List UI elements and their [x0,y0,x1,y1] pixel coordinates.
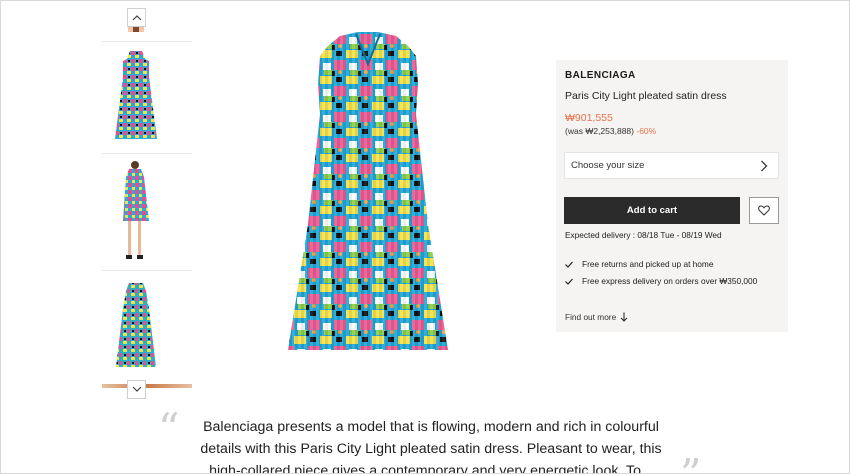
was-suffix: ) [631,126,634,136]
thumbnail-divider [102,153,192,154]
brand-name[interactable]: BALENCIAGA [565,70,636,81]
chevron-down-icon [132,386,141,392]
thumbnail-image[interactable] [100,158,172,266]
thumbnail-image[interactable] [102,384,192,388]
thumbnail-scroll-up-button[interactable] [127,8,146,27]
feature-item: Free returns and picked up at home [565,259,713,269]
current-price: ₩901,555 [565,112,613,124]
was-prefix: (was [565,126,586,136]
feature-label: Free returns and picked up at home [582,259,714,269]
thumbnail-divider [102,270,192,271]
quote-close-icon: ” [680,454,701,474]
original-price: ₩2,253,888 [585,126,632,136]
add-to-cart-button[interactable]: Add to cart [564,197,740,224]
feature-item: Free express delivery on orders over ₩35… [565,276,757,286]
thumbnail-scroll-down-button[interactable] [127,380,146,399]
thumbnail-image[interactable] [100,276,172,376]
expected-delivery: Expected delivery : 08/18 Tue - 08/19 We… [565,230,722,240]
product-name: Paris City Light pleated satin dress [565,90,727,102]
thumbnail-rail [72,0,200,399]
find-out-more-link[interactable]: Find out more [565,312,628,322]
chevron-up-icon [132,15,141,21]
thumbnail-divider [102,41,192,42]
wishlist-button[interactable] [749,197,779,224]
main-product-image[interactable] [268,24,468,364]
check-icon [565,278,573,285]
check-icon [565,261,573,268]
size-select[interactable]: Choose your size [564,152,779,179]
find-out-more-label: Find out more [565,312,617,322]
discount-badge: -60% [636,126,657,136]
size-select-label: Choose your size [571,160,645,171]
thumbnail-image[interactable] [100,46,172,146]
product-description: Balenciaga presents a model that is flow… [200,419,662,474]
arrow-down-icon [620,312,628,322]
quote-open-icon: “ [158,404,180,453]
heart-icon [758,205,770,216]
product-info-panel: BALENCIAGA Paris City Light pleated sati… [556,60,788,332]
chevron-right-icon [761,160,768,172]
original-price-line: (was ₩2,253,888) -60% [565,126,656,136]
feature-label: Free express delivery on orders over ₩35… [582,276,758,286]
